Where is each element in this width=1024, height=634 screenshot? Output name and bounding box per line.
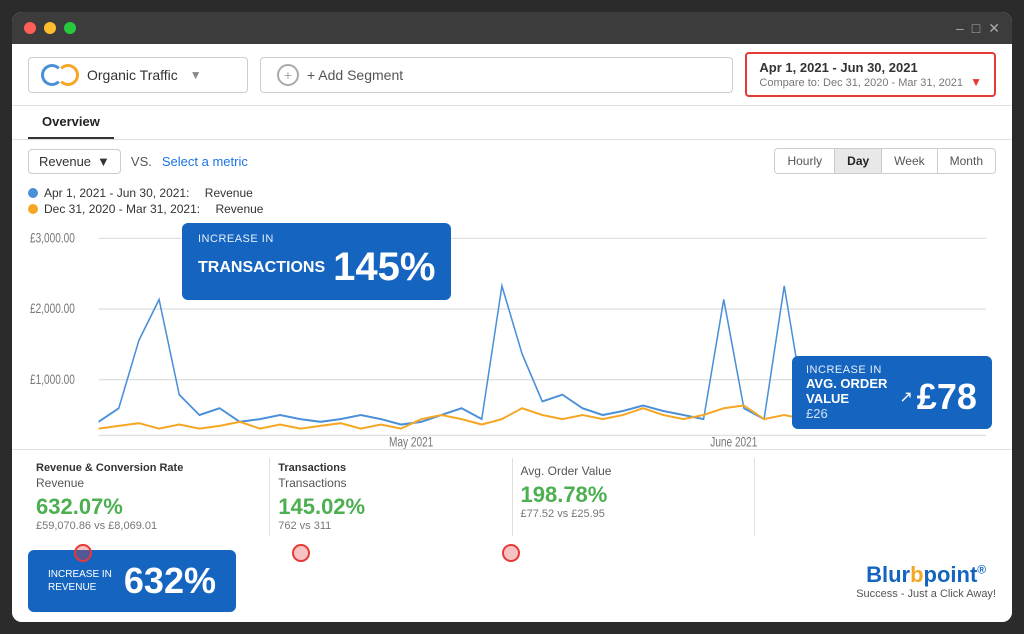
chart-area: £3,000.00 £2,000.00 £1,000.00 May 2021 J… bbox=[12, 218, 1012, 449]
metric-dropdown-icon: ▼ bbox=[97, 154, 110, 169]
legend-dot-compare bbox=[28, 204, 38, 214]
legend-date-compare: Dec 31, 2020 - Mar 31, 2021: bbox=[44, 202, 200, 216]
pulse-transactions-icon bbox=[292, 544, 310, 562]
avg-order-compare: £26 bbox=[806, 406, 887, 421]
trademark-symbol: ® bbox=[977, 563, 986, 577]
metric-group-title-revenue: Revenue & Conversion Rate bbox=[36, 462, 261, 474]
tab-overview[interactable]: Overview bbox=[28, 106, 114, 139]
blurb-text-end: point bbox=[924, 562, 978, 587]
increase-label: INCREASE INREVENUE bbox=[48, 568, 112, 594]
svg-text:£2,000.00: £2,000.00 bbox=[30, 301, 75, 317]
metric-group-empty bbox=[755, 458, 996, 536]
month-button[interactable]: Month bbox=[938, 149, 995, 173]
app-window: – □ ✕ Organic Traffic ▼ + + Add Segment … bbox=[12, 12, 1012, 622]
close-icon[interactable]: ✕ bbox=[988, 20, 1000, 37]
legend-date-primary: Apr 1, 2021 - Jun 30, 2021: bbox=[44, 186, 189, 200]
compare-range: Dec 31, 2020 - Mar 31, 2021 bbox=[823, 77, 963, 89]
date-range-main: Apr 1, 2021 - Jun 30, 2021 bbox=[759, 60, 982, 75]
segment-dropdown-icon: ▼ bbox=[190, 68, 202, 82]
svg-text:May 2021: May 2021 bbox=[389, 434, 434, 449]
restore-icon[interactable]: □ bbox=[972, 20, 980, 37]
chart-legend: Apr 1, 2021 - Jun 30, 2021: Revenue Dec … bbox=[12, 182, 1012, 218]
segment-icon bbox=[41, 64, 79, 86]
transactions-overlay-card: INCREASE IN TRANSACTIONS 145% bbox=[182, 223, 451, 300]
legend-dot-primary bbox=[28, 188, 38, 198]
main-content: Organic Traffic ▼ + + Add Segment Apr 1,… bbox=[12, 44, 1012, 622]
increase-revenue-title: INCREASE INREVENUE bbox=[48, 568, 112, 594]
legend-metric-primary: Revenue bbox=[205, 186, 253, 200]
metric-value-avg: 198.78% bbox=[521, 482, 746, 508]
hourly-button[interactable]: Hourly bbox=[775, 149, 835, 173]
select-metric-link[interactable]: Select a metric bbox=[162, 154, 248, 169]
metric-compare-avg: £77.52 vs £25.95 bbox=[521, 508, 746, 520]
maximize-button[interactable] bbox=[64, 22, 76, 34]
date-range-compare: Compare to: Dec 31, 2020 - Mar 31, 2021 … bbox=[759, 75, 982, 89]
avg-order-overlay-card: INCREASE IN AVG. ORDER VALUE £26 ↗ £78 bbox=[792, 356, 992, 429]
legend-item-primary: Apr 1, 2021 - Jun 30, 2021: Revenue bbox=[28, 186, 996, 200]
segment-selector[interactable]: Organic Traffic ▼ bbox=[28, 57, 248, 93]
tab-bar: Overview bbox=[12, 106, 1012, 140]
add-circle-icon: + bbox=[277, 64, 299, 86]
increase-revenue-value: 632% bbox=[124, 560, 216, 602]
day-button[interactable]: Day bbox=[835, 149, 882, 173]
blurb-logo: Blurbpoint® Success - Just a Click Away! bbox=[856, 562, 996, 600]
minimize-button[interactable] bbox=[44, 22, 56, 34]
svg-text:£3,000.00: £3,000.00 bbox=[30, 230, 75, 246]
date-range-selector[interactable]: Apr 1, 2021 - Jun 30, 2021 Compare to: D… bbox=[745, 52, 996, 97]
metric-group-avg-order: Avg. Order Value 198.78% £77.52 vs £25.9… bbox=[513, 458, 755, 536]
increase-revenue-card: INCREASE INREVENUE 632% bbox=[28, 550, 236, 612]
legend-item-compare: Dec 31, 2020 - Mar 31, 2021: Revenue bbox=[28, 202, 996, 216]
metric-select-dropdown[interactable]: Revenue ▼ bbox=[28, 149, 121, 174]
metric-label: Revenue bbox=[39, 154, 91, 169]
compare-label: Compare to: bbox=[759, 77, 820, 89]
circle-orange-icon bbox=[57, 64, 79, 86]
segment-label: Organic Traffic bbox=[87, 67, 178, 83]
metric-name-revenue: Revenue bbox=[36, 476, 261, 490]
metric-group-revenue: Revenue & Conversion Rate Revenue 632.07… bbox=[28, 458, 270, 536]
transactions-label: TRANSACTIONS bbox=[198, 259, 325, 277]
metric-compare-revenue: £59,070.86 vs £8,069.01 bbox=[36, 520, 261, 532]
svg-text:£1,000.00: £1,000.00 bbox=[30, 371, 75, 387]
metrics-section: Revenue & Conversion Rate Revenue 632.07… bbox=[12, 449, 1012, 544]
blurb-tagline: Success - Just a Click Away! bbox=[856, 588, 996, 600]
blurb-name: Blurbpoint® bbox=[856, 562, 996, 588]
add-segment-button[interactable]: + + Add Segment bbox=[260, 57, 733, 93]
avg-order-subtitle2: VALUE bbox=[806, 391, 887, 406]
window-controls: – □ ✕ bbox=[956, 20, 1000, 37]
metric-name-avg: Avg. Order Value bbox=[521, 464, 746, 478]
title-bar: – □ ✕ bbox=[12, 12, 1012, 44]
time-period-buttons: Hourly Day Week Month bbox=[774, 148, 996, 174]
date-dropdown-icon: ▼ bbox=[970, 75, 982, 89]
metric-value-transactions: 145.02% bbox=[278, 494, 503, 520]
segment-bar: Organic Traffic ▼ + + Add Segment Apr 1,… bbox=[12, 44, 1012, 106]
week-button[interactable]: Week bbox=[882, 149, 937, 173]
avg-order-title: INCREASE IN bbox=[806, 364, 978, 376]
pulse-revenue-icon bbox=[74, 544, 92, 562]
metric-name-transactions: Transactions bbox=[278, 476, 503, 490]
trend-arrow-icon: ↗ bbox=[899, 387, 912, 407]
blurb-dot-icon: b bbox=[910, 562, 923, 587]
pulse-avg-icon bbox=[502, 544, 520, 562]
metric-group-title-transactions: Transactions bbox=[278, 462, 503, 474]
add-segment-label: + Add Segment bbox=[307, 67, 403, 83]
avg-order-subtitle: AVG. ORDER bbox=[806, 376, 887, 391]
close-button[interactable] bbox=[24, 22, 36, 34]
transactions-value: 145% bbox=[333, 245, 435, 290]
transactions-overlay-title: INCREASE IN bbox=[198, 233, 435, 245]
vs-label: VS. bbox=[131, 154, 152, 169]
avg-order-value: £78 bbox=[917, 376, 977, 418]
metric-value-revenue: 632.07% bbox=[36, 494, 261, 520]
minimize-icon[interactable]: – bbox=[956, 20, 964, 37]
metric-controls: Revenue ▼ VS. Select a metric Hourly Day… bbox=[12, 140, 1012, 182]
blurb-text-start: Blur bbox=[866, 562, 910, 587]
legend-metric-compare: Revenue bbox=[215, 202, 263, 216]
metric-group-transactions: Transactions Transactions 145.02% 762 vs… bbox=[270, 458, 512, 536]
svg-text:June 2021: June 2021 bbox=[710, 434, 757, 449]
bottom-bar: INCREASE INREVENUE 632% Blurbpoint® Succ… bbox=[12, 544, 1012, 622]
metric-compare-transactions: 762 vs 311 bbox=[278, 520, 503, 532]
